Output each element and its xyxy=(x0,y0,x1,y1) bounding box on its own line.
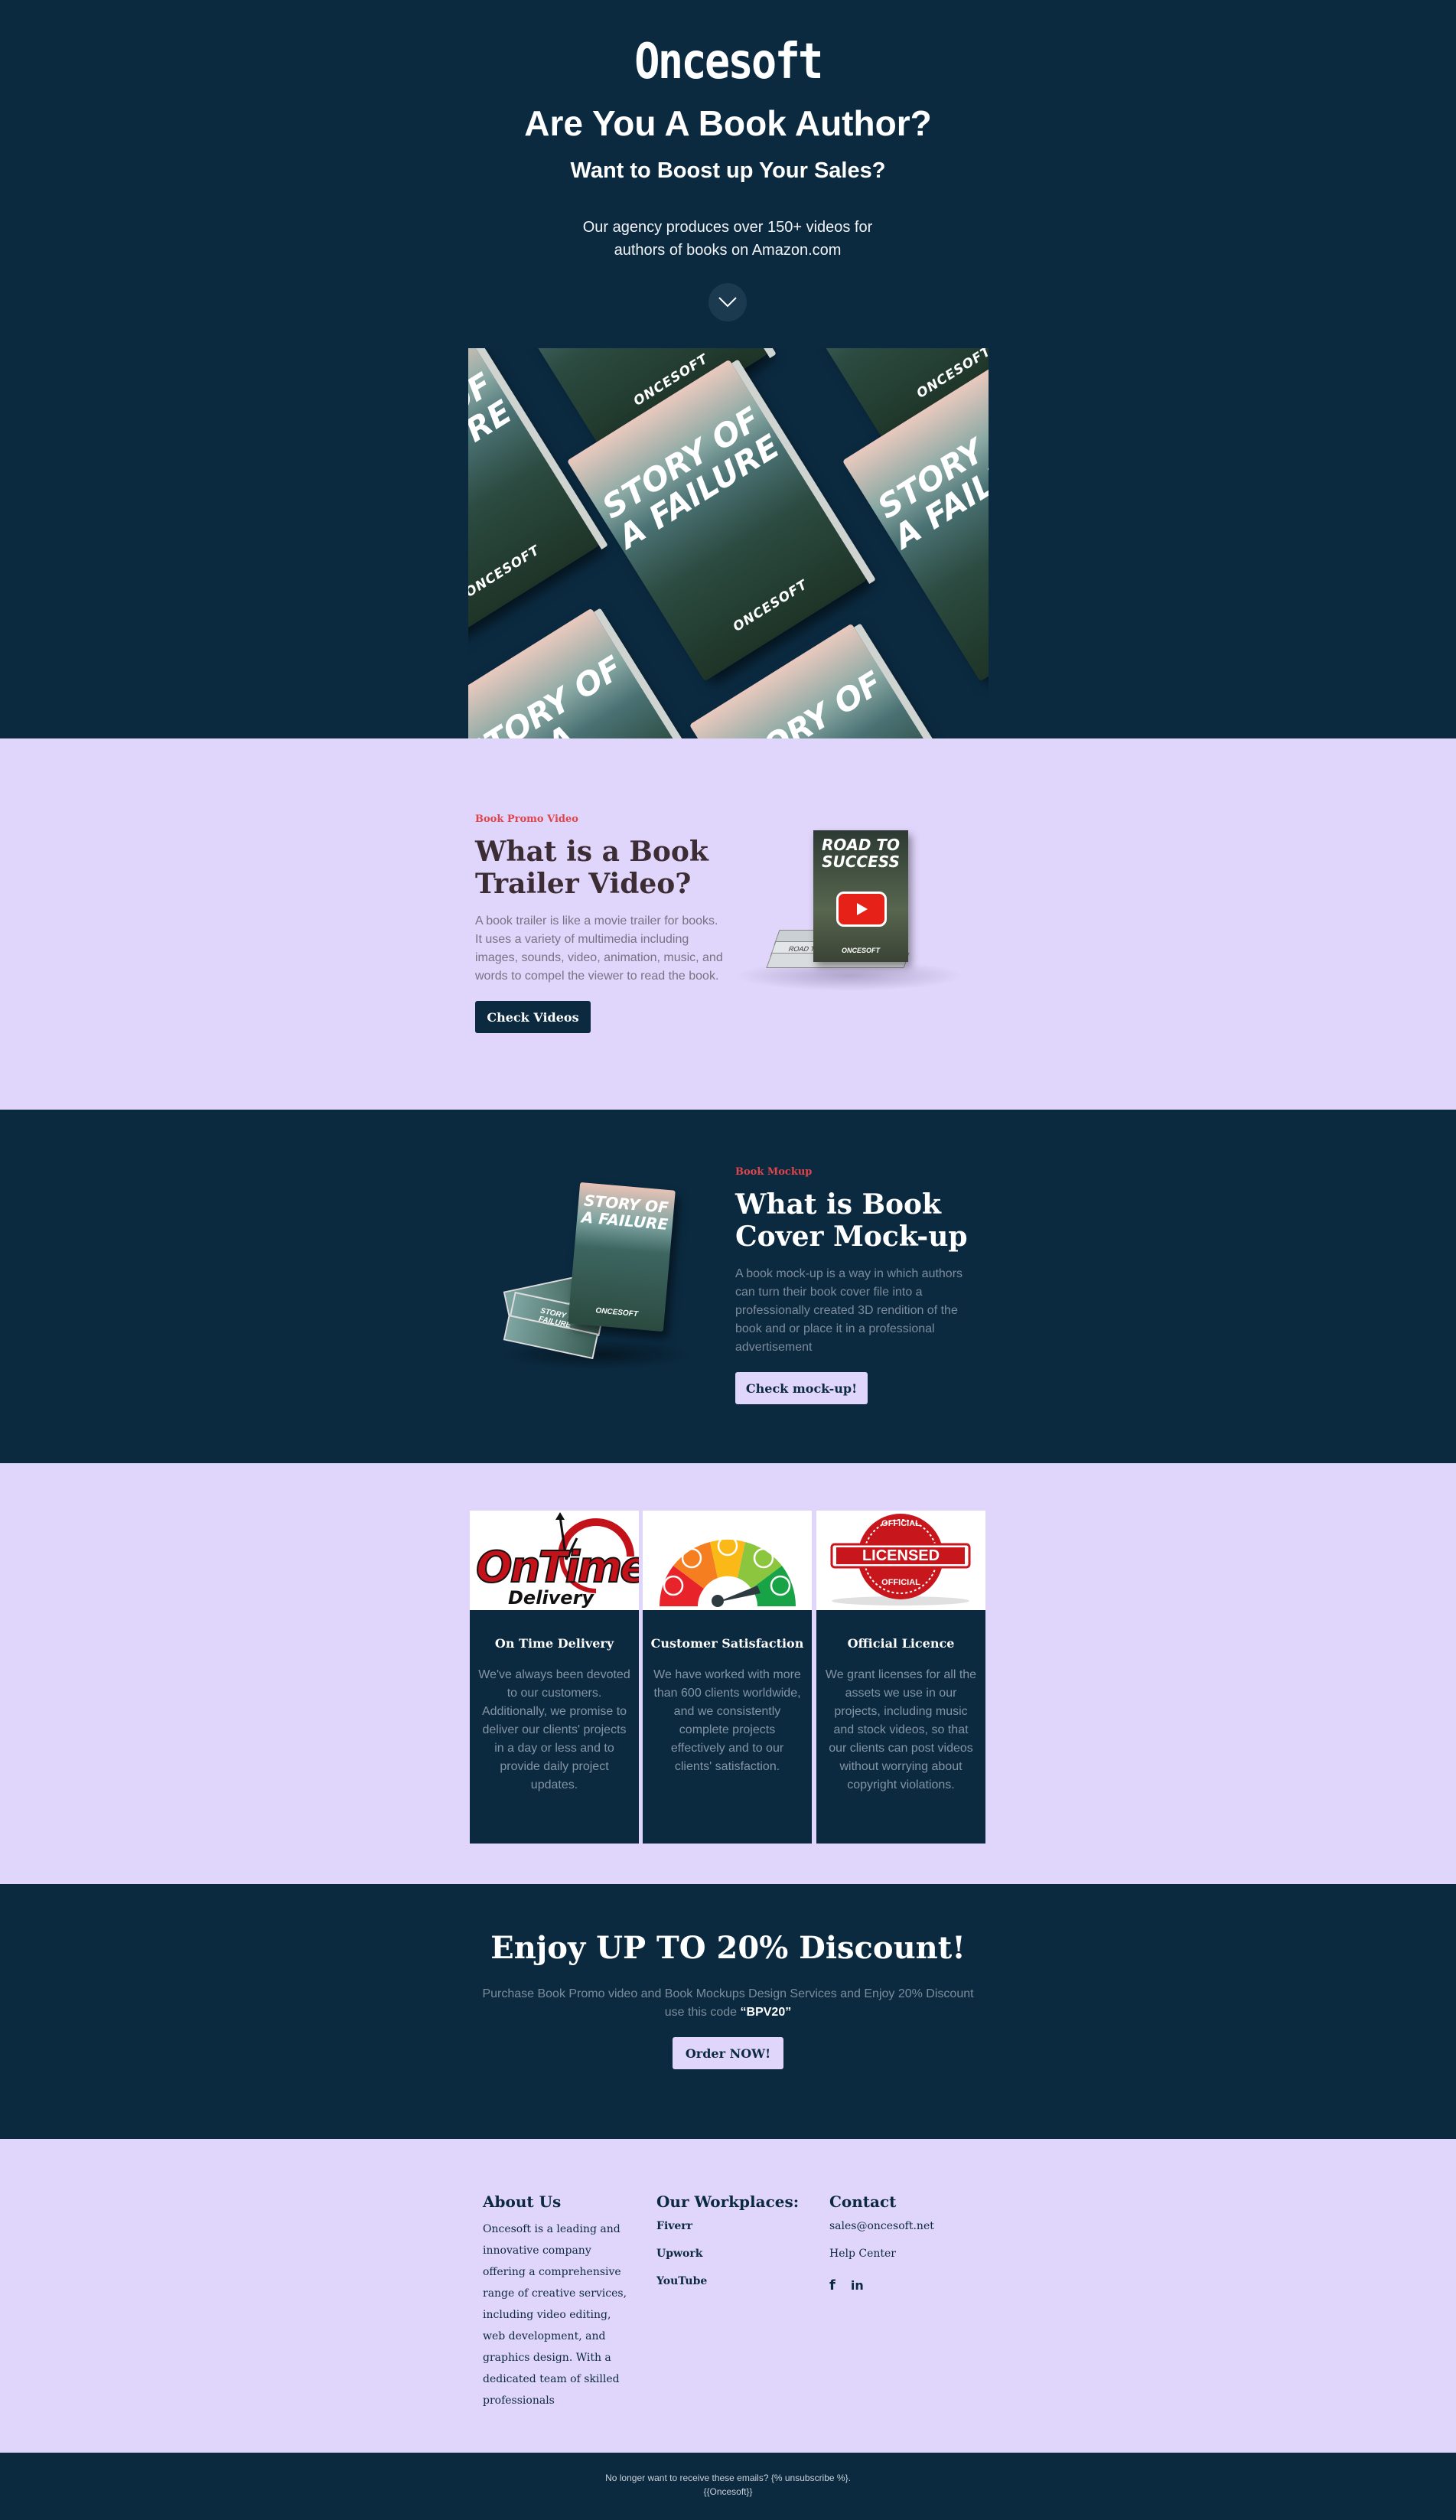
check-mockup-button[interactable]: Check mock-up! xyxy=(735,1372,868,1404)
mockup-body: A book mock-up is a way in which authors… xyxy=(735,1267,963,1354)
feature-body: We grant licenses for all the assets we … xyxy=(825,1668,977,1791)
feature-body: We've always been devoted to our custome… xyxy=(478,1668,630,1791)
promo-text: Purchase Book Promo video and Book Mocku… xyxy=(482,1987,974,2019)
footer-link-fiverr[interactable]: Fiverr xyxy=(656,2220,692,2232)
feature-card-ontime: OnTime! Delivery On Time Delivery We've … xyxy=(470,1511,639,1844)
footer-link-youtube[interactable]: YouTube xyxy=(656,2275,707,2287)
footer-link-upwork[interactable]: Upwork xyxy=(656,2248,702,2260)
bottom-bar: No longer want to receive these emails? … xyxy=(0,2453,1456,2520)
footer-email-link[interactable]: sales@oncesoft.net xyxy=(829,2220,934,2232)
feature-card-licence: OFFICIAL LICENSED OFFICIAL Official Lice… xyxy=(816,1511,985,1844)
footer-contact-title: Contact xyxy=(829,2192,897,2211)
satisfaction-gauge-image xyxy=(643,1511,812,1610)
feature-title: On Time Delivery xyxy=(494,1636,614,1651)
footer-work-title: Our Workplaces: xyxy=(656,2192,800,2211)
hero-description: Our agency produces over 150+ videos for… xyxy=(582,219,873,259)
promo-title: Enjoy UP TO 20% Discount! xyxy=(490,1930,966,1966)
feature-title: Official Licence xyxy=(847,1636,955,1651)
trailer-body: A book trailer is like a movie trailer f… xyxy=(475,914,723,983)
hero-subtitle: Want to Boost up Your Sales? xyxy=(570,158,886,183)
logo: Oncesoft xyxy=(634,34,823,90)
unsubscribe-text[interactable]: No longer want to receive these emails? … xyxy=(0,2473,1456,2483)
trailer-title: What is a Book Trailer Video? xyxy=(475,836,708,900)
linkedin-icon[interactable]: in xyxy=(851,2275,864,2297)
satisfaction-gauge-icon xyxy=(660,1535,796,1607)
trailer-kicker: Book Promo Video xyxy=(475,813,578,825)
chevron-down-icon xyxy=(718,297,737,308)
feature-body: We have worked with more than 600 client… xyxy=(653,1668,801,1773)
hero-books-image: STORY OF A FAILUREONCESOFT STORY OF A FA… xyxy=(468,348,989,738)
trailer-section: Book Promo Video What is a Book Trailer … xyxy=(0,738,1456,1110)
licensed-seal-image: OFFICIAL LICENSED OFFICIAL xyxy=(816,1511,985,1610)
footer-help-link[interactable]: Help Center xyxy=(829,2248,896,2260)
footer-about-text: Oncesoft is a leading and innovative com… xyxy=(483,2223,627,2407)
order-now-button[interactable]: Order NOW! xyxy=(673,2037,783,2069)
hero-title: Are You A Book Author? xyxy=(524,103,932,143)
mockup-book-image: STORY OF A FAILURE STORY OF A FAILURE ON… xyxy=(482,1178,696,1393)
promo-code: “BPV20” xyxy=(740,2006,792,2019)
mockup-section: STORY OF A FAILURE STORY OF A FAILURE ON… xyxy=(0,1110,1456,1463)
promo-section: Enjoy UP TO 20% Discount! Purchase Book … xyxy=(0,1884,1456,2139)
mockup-kicker: Book Mockup xyxy=(735,1166,813,1178)
footer-about-title: About Us xyxy=(483,2192,562,2211)
footer-section: About Us Oncesoft is a leading and innov… xyxy=(0,2139,1456,2453)
trailer-book-image: ROAD TO SUCCESS · ONCESOFT ROAD TO SUCCE… xyxy=(719,815,972,999)
scroll-down-button[interactable] xyxy=(708,283,747,321)
facebook-icon[interactable]: f xyxy=(829,2275,835,2297)
hero-section: Oncesoft Are You A Book Author? Want to … xyxy=(0,0,1456,738)
check-videos-button[interactable]: Check Videos xyxy=(475,1001,591,1033)
mockup-title: What is Book Cover Mock-up xyxy=(735,1188,968,1253)
ontime-delivery-image: OnTime! Delivery xyxy=(470,1511,639,1610)
company-placeholder: {{Oncesoft}} xyxy=(703,2486,753,2497)
feature-card-satisfaction: Customer Satisfaction We have worked wit… xyxy=(643,1511,812,1844)
feature-title: Customer Satisfaction xyxy=(650,1636,804,1651)
youtube-play-icon xyxy=(836,892,887,927)
